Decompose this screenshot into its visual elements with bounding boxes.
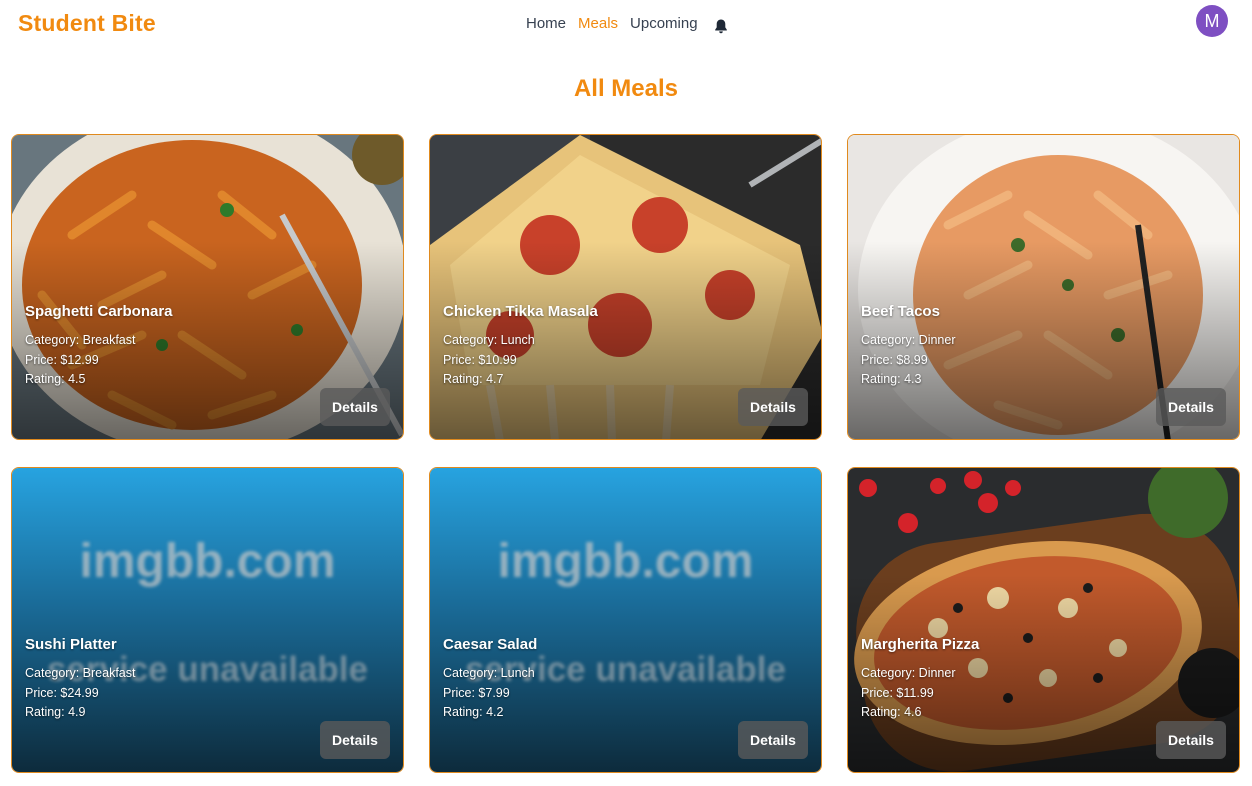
meal-rating: Rating: 4.7 — [443, 372, 504, 386]
details-button[interactable]: Details — [320, 388, 390, 426]
meal-name: Sushi Platter — [25, 636, 117, 653]
meal-info: Margherita Pizza Category: Dinner Price:… — [861, 636, 979, 723]
meal-name: Chicken Tikka Masala — [443, 303, 598, 320]
meal-info: Spaghetti Carbonara Category: Breakfast … — [25, 303, 173, 390]
page-title: All Meals — [573, 75, 679, 102]
meal-info: Chicken Tikka Masala Category: Lunch Pri… — [443, 303, 598, 390]
meal-card: imgbb.com service unavailable Caesar Sal… — [429, 467, 822, 773]
meal-price: Price: $10.99 — [443, 352, 517, 367]
meal-card: imgbb.com service unavailable Sushi Plat… — [11, 467, 404, 773]
details-button[interactable]: Details — [1156, 721, 1226, 759]
meal-category: Category: Dinner — [861, 666, 956, 680]
meal-price: Price: $11.99 — [861, 685, 934, 700]
meal-rating: Rating: 4.3 — [861, 372, 922, 386]
meal-price: Price: $24.99 — [25, 685, 99, 700]
meal-rating: Rating: 4.2 — [443, 705, 504, 719]
meal-price: Price: $7.99 — [443, 685, 510, 700]
meal-category: Category: Breakfast — [25, 666, 136, 680]
meals-grid: Spaghetti Carbonara Category: Breakfast … — [11, 134, 1240, 773]
meal-category: Category: Dinner — [861, 333, 956, 347]
meal-card: Margherita Pizza Category: Dinner Price:… — [847, 467, 1240, 773]
meal-category: Category: Lunch — [443, 333, 535, 347]
meal-info: Sushi Platter Category: Breakfast Price:… — [25, 636, 135, 723]
meal-price: Price: $12.99 — [25, 352, 99, 367]
meal-price: Price: $8.99 — [861, 352, 928, 367]
details-button[interactable]: Details — [738, 388, 808, 426]
meal-card: Beef Tacos Category: Dinner Price: $8.99… — [847, 134, 1240, 440]
meal-rating: Rating: 4.5 — [25, 372, 86, 386]
meal-card: Spaghetti Carbonara Category: Breakfast … — [11, 134, 404, 440]
nav-link-upcoming[interactable]: Upcoming — [630, 15, 698, 32]
user-avatar[interactable]: M — [1196, 5, 1228, 37]
meal-rating: Rating: 4.6 — [861, 705, 922, 719]
placeholder-text: imgbb.com — [79, 535, 336, 588]
placeholder-text: imgbb.com — [497, 535, 754, 588]
meal-name: Beef Tacos — [861, 303, 940, 320]
nav-link-home[interactable]: Home — [526, 15, 566, 32]
meal-category: Category: Breakfast — [25, 333, 136, 347]
details-button[interactable]: Details — [738, 721, 808, 759]
meal-card: Chicken Tikka Masala Category: Lunch Pri… — [429, 134, 822, 440]
meal-info: Caesar Salad Category: Lunch Price: $7.9… — [443, 636, 537, 723]
meal-category: Category: Lunch — [443, 666, 535, 680]
meal-name: Caesar Salad — [443, 636, 538, 653]
meal-info: Beef Tacos Category: Dinner Price: $8.99… — [861, 303, 956, 390]
brand-logo[interactable]: Student Bite — [18, 10, 156, 37]
meal-rating: Rating: 4.9 — [25, 705, 86, 719]
details-button[interactable]: Details — [1156, 388, 1226, 426]
meal-name: Margherita Pizza — [861, 636, 980, 653]
nav-link-meals[interactable]: Meals — [578, 15, 618, 32]
nav-links: Home Meals Upcoming — [526, 15, 728, 34]
meal-name: Spaghetti Carbonara — [25, 303, 173, 320]
details-button[interactable]: Details — [320, 721, 390, 759]
navbar: Student Bite Home Meals Upcoming M — [0, 0, 1252, 50]
bell-icon[interactable] — [714, 18, 728, 34]
